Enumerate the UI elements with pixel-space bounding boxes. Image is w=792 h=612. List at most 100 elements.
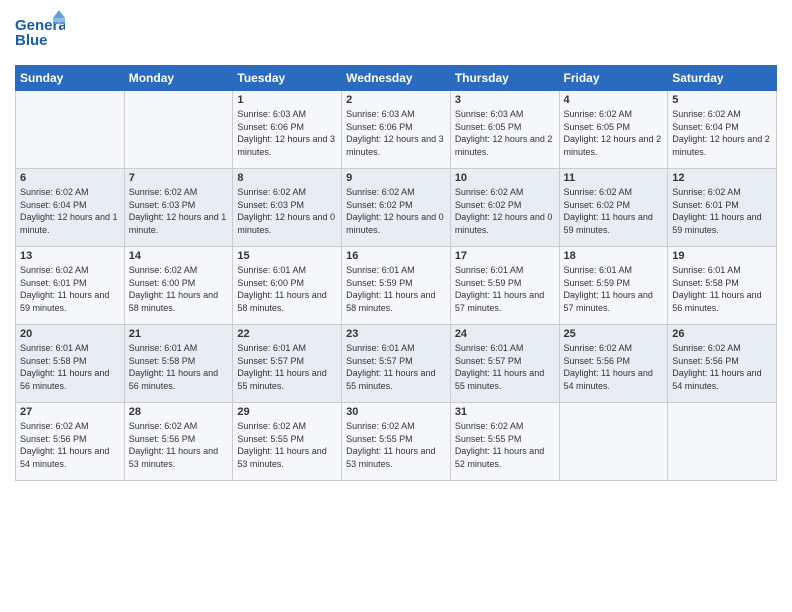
calendar-cell: 5 Sunrise: 6:02 AM Sunset: 6:04 PM Daylig… xyxy=(668,91,777,169)
day-info: Sunrise: 6:02 AM Sunset: 6:02 PM Dayligh… xyxy=(564,186,664,236)
calendar-cell: 19 Sunrise: 6:01 AM Sunset: 5:58 PM Dayli… xyxy=(668,247,777,325)
logo: General Blue xyxy=(15,10,65,60)
calendar-cell: 27 Sunrise: 6:02 AM Sunset: 5:56 PM Dayli… xyxy=(16,403,125,481)
calendar-cell: 2Sunrise: 6:03 AM Sunset: 6:06 PM Daylig… xyxy=(342,91,451,169)
day-number: 20 xyxy=(20,328,120,340)
calendar-cell: 13Sunrise: 6:02 AM Sunset: 6:01 PM Dayli… xyxy=(16,247,125,325)
day-number: 9 xyxy=(346,172,446,184)
day-number: 7 xyxy=(129,172,229,184)
calendar-cell: 4 Sunrise: 6:02 AM Sunset: 6:05 PM Daylig… xyxy=(559,91,668,169)
calendar-cell: 20 Sunrise: 6:01 AM Sunset: 5:58 PM Dayli… xyxy=(16,325,125,403)
day-info: Sunrise: 6:02 AM Sunset: 5:55 PM Dayligh… xyxy=(346,420,446,470)
day-number: 29 xyxy=(237,406,337,418)
day-number: 8 xyxy=(237,172,337,184)
calendar-header-row: SundayMondayTuesdayWednesdayThursdayFrid… xyxy=(16,66,777,91)
col-header-friday: Friday xyxy=(559,66,668,91)
day-number: 4 xyxy=(564,94,664,106)
day-info: Sunrise: 6:01 AM Sunset: 5:57 PM Dayligh… xyxy=(237,342,337,392)
day-number: 3 xyxy=(455,94,555,106)
calendar-cell: 8 Sunrise: 6:02 AM Sunset: 6:03 PM Daylig… xyxy=(233,169,342,247)
day-number: 21 xyxy=(129,328,229,340)
day-number: 14 xyxy=(129,250,229,262)
calendar-week-row: 27 Sunrise: 6:02 AM Sunset: 5:56 PM Dayli… xyxy=(16,403,777,481)
day-info: Sunrise: 6:02 AM Sunset: 5:56 PM Dayligh… xyxy=(672,342,772,392)
day-number: 24 xyxy=(455,328,555,340)
day-number: 26 xyxy=(672,328,772,340)
col-header-saturday: Saturday xyxy=(668,66,777,91)
day-number: 30 xyxy=(346,406,446,418)
day-number: 25 xyxy=(564,328,664,340)
day-info: Sunrise: 6:02 AM Sunset: 5:56 PM Dayligh… xyxy=(20,420,120,470)
day-number: 1 xyxy=(237,94,337,106)
day-info: Sunrise: 6:01 AM Sunset: 5:57 PM Dayligh… xyxy=(346,342,446,392)
calendar-cell: 7 Sunrise: 6:02 AM Sunset: 6:03 PM Daylig… xyxy=(124,169,233,247)
day-info: Sunrise: 6:02 AM Sunset: 6:01 PM Dayligh… xyxy=(20,264,120,314)
day-number: 28 xyxy=(129,406,229,418)
day-number: 18 xyxy=(564,250,664,262)
day-info: Sunrise: 6:01 AM Sunset: 5:58 PM Dayligh… xyxy=(20,342,120,392)
calendar-cell xyxy=(559,403,668,481)
calendar-cell: 25 Sunrise: 6:02 AM Sunset: 5:56 PM Dayli… xyxy=(559,325,668,403)
svg-text:Blue: Blue xyxy=(15,32,48,49)
col-header-tuesday: Tuesday xyxy=(233,66,342,91)
logo-icon: General Blue xyxy=(15,10,65,55)
day-info: Sunrise: 6:02 AM Sunset: 5:55 PM Dayligh… xyxy=(455,420,555,470)
day-number: 27 xyxy=(20,406,120,418)
calendar-cell: 12 Sunrise: 6:02 AM Sunset: 6:01 PM Dayli… xyxy=(668,169,777,247)
calendar-cell: 30 Sunrise: 6:02 AM Sunset: 5:55 PM Dayli… xyxy=(342,403,451,481)
calendar-cell: 17 Sunrise: 6:01 AM Sunset: 5:59 PM Dayli… xyxy=(450,247,559,325)
col-header-sunday: Sunday xyxy=(16,66,125,91)
calendar-cell: 26 Sunrise: 6:02 AM Sunset: 5:56 PM Dayli… xyxy=(668,325,777,403)
calendar-cell xyxy=(124,91,233,169)
calendar-cell: 29 Sunrise: 6:02 AM Sunset: 5:55 PM Dayli… xyxy=(233,403,342,481)
calendar-cell: 16Sunrise: 6:01 AM Sunset: 5:59 PM Dayli… xyxy=(342,247,451,325)
day-number: 11 xyxy=(564,172,664,184)
calendar-cell: 28Sunrise: 6:02 AM Sunset: 5:56 PM Dayli… xyxy=(124,403,233,481)
day-info: Sunrise: 6:02 AM Sunset: 6:00 PM Dayligh… xyxy=(129,264,229,314)
calendar-week-row: 20 Sunrise: 6:01 AM Sunset: 5:58 PM Dayli… xyxy=(16,325,777,403)
day-info: Sunrise: 6:02 AM Sunset: 6:04 PM Dayligh… xyxy=(20,186,120,236)
day-info: Sunrise: 6:02 AM Sunset: 6:03 PM Dayligh… xyxy=(129,186,229,236)
col-header-wednesday: Wednesday xyxy=(342,66,451,91)
day-number: 6 xyxy=(20,172,120,184)
day-info: Sunrise: 6:03 AM Sunset: 6:05 PM Dayligh… xyxy=(455,108,555,158)
day-info: Sunrise: 6:02 AM Sunset: 6:03 PM Dayligh… xyxy=(237,186,337,236)
day-info: Sunrise: 6:01 AM Sunset: 6:00 PM Dayligh… xyxy=(237,264,337,314)
calendar-cell: 11 Sunrise: 6:02 AM Sunset: 6:02 PM Dayli… xyxy=(559,169,668,247)
calendar-cell: 3 Sunrise: 6:03 AM Sunset: 6:05 PM Daylig… xyxy=(450,91,559,169)
calendar-cell: 22Sunrise: 6:01 AM Sunset: 5:57 PM Dayli… xyxy=(233,325,342,403)
calendar-week-row: 6 Sunrise: 6:02 AM Sunset: 6:04 PM Daylig… xyxy=(16,169,777,247)
day-number: 17 xyxy=(455,250,555,262)
day-info: Sunrise: 6:02 AM Sunset: 6:04 PM Dayligh… xyxy=(672,108,772,158)
day-number: 19 xyxy=(672,250,772,262)
day-info: Sunrise: 6:02 AM Sunset: 6:01 PM Dayligh… xyxy=(672,186,772,236)
day-number: 16 xyxy=(346,250,446,262)
day-info: Sunrise: 6:01 AM Sunset: 5:58 PM Dayligh… xyxy=(672,264,772,314)
day-number: 5 xyxy=(672,94,772,106)
calendar-cell: 31 Sunrise: 6:02 AM Sunset: 5:55 PM Dayli… xyxy=(450,403,559,481)
day-number: 12 xyxy=(672,172,772,184)
calendar-cell xyxy=(16,91,125,169)
day-info: Sunrise: 6:03 AM Sunset: 6:06 PM Dayligh… xyxy=(237,108,337,158)
day-info: Sunrise: 6:02 AM Sunset: 6:02 PM Dayligh… xyxy=(455,186,555,236)
calendar-cell: 14 Sunrise: 6:02 AM Sunset: 6:00 PM Dayli… xyxy=(124,247,233,325)
calendar-week-row: 1 Sunrise: 6:03 AM Sunset: 6:06 PM Daylig… xyxy=(16,91,777,169)
calendar-cell: 10 Sunrise: 6:02 AM Sunset: 6:02 PM Dayli… xyxy=(450,169,559,247)
day-number: 15 xyxy=(237,250,337,262)
calendar-cell: 18 Sunrise: 6:01 AM Sunset: 5:59 PM Dayli… xyxy=(559,247,668,325)
day-info: Sunrise: 6:02 AM Sunset: 6:05 PM Dayligh… xyxy=(564,108,664,158)
day-info: Sunrise: 6:02 AM Sunset: 5:56 PM Dayligh… xyxy=(564,342,664,392)
day-info: Sunrise: 6:02 AM Sunset: 5:55 PM Dayligh… xyxy=(237,420,337,470)
day-info: Sunrise: 6:01 AM Sunset: 5:59 PM Dayligh… xyxy=(455,264,555,314)
day-number: 10 xyxy=(455,172,555,184)
day-info: Sunrise: 6:01 AM Sunset: 5:59 PM Dayligh… xyxy=(564,264,664,314)
day-number: 23 xyxy=(346,328,446,340)
calendar-table: SundayMondayTuesdayWednesdayThursdayFrid… xyxy=(15,65,777,481)
calendar-cell: 24Sunrise: 6:01 AM Sunset: 5:57 PM Dayli… xyxy=(450,325,559,403)
day-number: 31 xyxy=(455,406,555,418)
day-info: Sunrise: 6:03 AM Sunset: 6:06 PM Dayligh… xyxy=(346,108,446,158)
calendar-cell: 21Sunrise: 6:01 AM Sunset: 5:58 PM Dayli… xyxy=(124,325,233,403)
calendar-week-row: 13Sunrise: 6:02 AM Sunset: 6:01 PM Dayli… xyxy=(16,247,777,325)
calendar-cell: 6 Sunrise: 6:02 AM Sunset: 6:04 PM Daylig… xyxy=(16,169,125,247)
col-header-monday: Monday xyxy=(124,66,233,91)
